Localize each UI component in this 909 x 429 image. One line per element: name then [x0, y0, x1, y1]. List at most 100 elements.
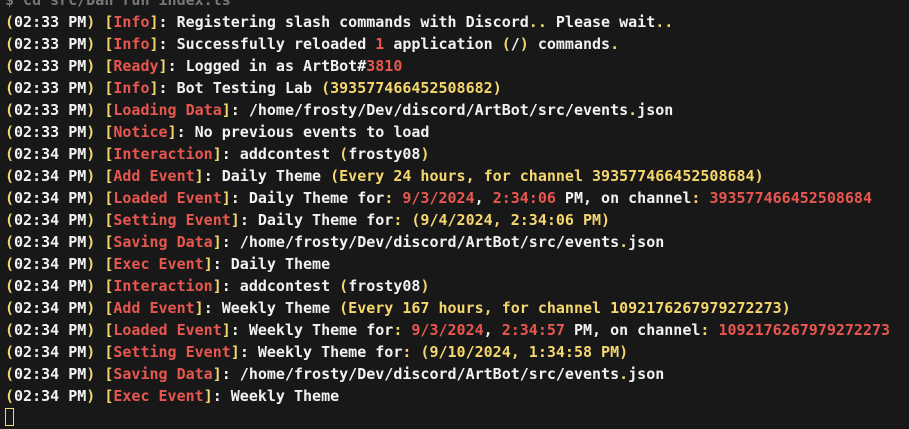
log-segment: Info — [113, 13, 150, 31]
log-segment: 02:33 PM — [14, 13, 87, 31]
log-segment: (Every 167 hours, for channel 1092176267… — [339, 299, 791, 317]
log-segment: ) [ — [86, 299, 114, 317]
log-line: (02:33 PM) [Notice]: No previous events … — [5, 121, 909, 143]
log-segment: .. — [528, 13, 547, 31]
log-segment: ( — [5, 277, 15, 295]
log-segment: (9/10/2024, 1:34:58 PM) — [420, 343, 629, 361]
log-segment: : — [393, 321, 412, 339]
log-segment: Saving Data — [113, 233, 213, 251]
log-segment: 02:34 PM — [14, 321, 87, 339]
log-segment: json — [637, 101, 674, 119]
log-line: (02:34 PM) [Saving Data]: /home/frosty/D… — [5, 363, 909, 385]
log-line: (02:33 PM) [Info]: Bot Testing Lab (3935… — [5, 77, 909, 99]
log-segment: Notice — [113, 123, 168, 141]
log-segment: 02:34 PM — [14, 255, 87, 273]
log-segment: ] — [158, 57, 168, 75]
log-segment: ] — [194, 167, 204, 185]
log-segment: : addcontest — [221, 277, 340, 295]
log-segment: Interaction — [113, 145, 213, 163]
log-segment: ) [ — [86, 189, 114, 207]
log-segment: ( — [5, 35, 15, 53]
log-segment: , — [483, 321, 502, 339]
log-segment: : Successfully reloaded — [158, 35, 376, 53]
log-segment: : Daily Theme — [212, 255, 331, 273]
log-segment: ( — [5, 145, 15, 163]
log-segment: ] — [149, 13, 159, 31]
log-segment: ( — [5, 189, 15, 207]
log-segment: Setting Event — [113, 211, 231, 229]
log-line: (02:34 PM) [Exec Event]: Daily Theme — [5, 253, 909, 275]
log-segment: json — [628, 365, 665, 383]
log-segment: ) — [420, 277, 430, 295]
log-segment: ] — [203, 255, 213, 273]
log-segment: 02:34 PM — [14, 365, 87, 383]
log-segment: ( — [5, 101, 15, 119]
log-segment: ( — [5, 57, 15, 75]
log-segment: ( — [5, 79, 15, 97]
log-line: (02:34 PM) [Setting Event]: Daily Theme … — [5, 209, 909, 231]
log-segment: ( — [5, 387, 15, 405]
log-segment: 393577466452508682 — [330, 79, 493, 97]
log-segment: 02:33 PM — [14, 101, 87, 119]
log-line: (02:33 PM) [Ready]: Logged in as ArtBot#… — [5, 55, 909, 77]
log-segment: 1 — [375, 35, 385, 53]
log-segment: ( — [5, 123, 15, 141]
log-segment: : No previous events to load — [176, 123, 430, 141]
log-segment: ) [ — [86, 101, 114, 119]
log-segment: Interaction — [113, 277, 213, 295]
log-line: (02:34 PM) [Interaction]: addcontest (fr… — [5, 143, 909, 165]
log-segment: . — [619, 365, 629, 383]
log-segment: : — [691, 189, 710, 207]
log-segment: ( — [5, 343, 15, 361]
terminal-output[interactable]: $ cd src/Dan run index.ts (02:33 PM) [Inf… — [5, 0, 909, 426]
log-segment: Please wait — [546, 13, 656, 31]
log-segment: $ cd src/Dan run index.ts — [5, 0, 231, 9]
log-segment: Loading Data — [113, 101, 222, 119]
log-segment: ) [ — [86, 365, 114, 383]
log-segment: ] — [167, 123, 177, 141]
log-segment: : Daily Theme for — [239, 211, 394, 229]
log-segment: ] — [203, 387, 213, 405]
log-segment: application — [384, 35, 502, 53]
log-segment: : Logged in as ArtBot# — [167, 57, 367, 75]
log-segment: ] — [212, 145, 222, 163]
prompt-line[interactable] — [5, 407, 909, 429]
log-segment: ( — [5, 365, 15, 383]
log-segment: Exec Event — [113, 387, 204, 405]
log-line: (02:34 PM) [Loaded Event]: Daily Theme f… — [5, 187, 909, 209]
log-segment: (9/4/2024, 2:34:06 PM) — [411, 211, 611, 229]
log-line: (02:34 PM) [Interaction]: addcontest (fr… — [5, 275, 909, 297]
log-segment: ) [ — [86, 79, 114, 97]
log-segment: 2:34:06 — [492, 189, 556, 207]
log-segment: ( — [5, 13, 15, 31]
log-line: (02:33 PM) [Info]: Successfully reloaded… — [5, 33, 909, 55]
log-segment: ( — [5, 255, 15, 273]
log-segment: Add Event — [113, 167, 195, 185]
log-segment: ] — [230, 343, 240, 361]
log-segment: ) [ — [86, 35, 114, 53]
log-segment: 393577466452508684 — [709, 189, 872, 207]
log-segment: 9/3/2024 — [402, 189, 475, 207]
log-segment: ) — [519, 35, 529, 53]
log-segment: 02:33 PM — [14, 57, 87, 75]
log-segment: ( — [5, 167, 15, 185]
log-segment: Loaded Event — [113, 189, 222, 207]
log-segment: ) [ — [86, 145, 114, 163]
log-segment: 02:34 PM — [14, 277, 87, 295]
log-segment: : Daily Theme — [203, 167, 331, 185]
log-segment: json — [628, 233, 665, 251]
log-segment: ] — [212, 277, 222, 295]
log-segment: 02:34 PM — [14, 343, 87, 361]
log-segment: ( — [5, 321, 15, 339]
log-segment: : /home/frosty/Dev/discord/ArtBot/src/ev… — [221, 233, 620, 251]
log-line: (02:34 PM) [Add Event]: Weekly Theme (Ev… — [5, 297, 909, 319]
log-segment: 02:34 PM — [14, 387, 87, 405]
log-segment: ] — [221, 321, 231, 339]
log-segment: Add Event — [113, 299, 195, 317]
log-segment: ( — [5, 299, 15, 317]
log-segment: 02:34 PM — [14, 211, 87, 229]
log-segment: : Weekly Theme for — [230, 321, 394, 339]
log-segment: : — [700, 321, 719, 339]
log-segment: 02:33 PM — [14, 79, 87, 97]
log-segment: ( — [5, 211, 15, 229]
